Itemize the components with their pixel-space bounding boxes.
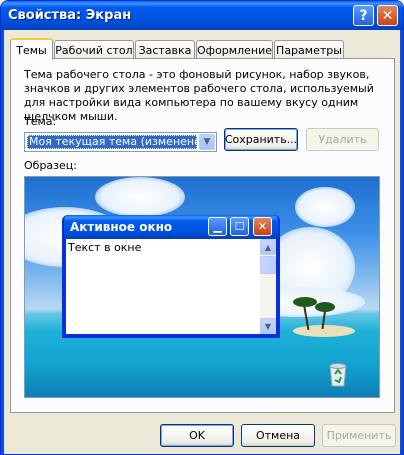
- apply-label: Применить: [326, 429, 392, 442]
- tab-label: Оформление: [197, 43, 272, 57]
- tab-themes[interactable]: Темы: [10, 38, 53, 60]
- theme-label: Тема:: [24, 115, 57, 128]
- scroll-thumb: [260, 256, 276, 274]
- tab-screensaver[interactable]: Заставка: [135, 40, 195, 59]
- window-title: Свойства: Экран: [8, 8, 132, 23]
- preview-scrollbar: ▲ ▼: [260, 239, 276, 334]
- cancel-button[interactable]: Отмена: [241, 424, 315, 447]
- save-theme-label: Сохранить...: [224, 133, 298, 146]
- window-frame-right: [400, 30, 403, 454]
- preview-window-text: Текст в окне: [66, 239, 260, 334]
- tab-settings[interactable]: Параметры: [274, 40, 344, 59]
- ok-button[interactable]: OK: [160, 424, 234, 447]
- title-bar[interactable]: Свойства: Экран ? ✕: [1, 1, 403, 30]
- window-frame-left: [1, 30, 4, 454]
- tab-label: Темы: [16, 43, 47, 57]
- theme-select-value: Моя текущая тема (изменено): [27, 135, 197, 149]
- preview-cloud: [295, 187, 355, 227]
- minimize-icon: ▁: [208, 217, 227, 236]
- preview-palm-leaves: [293, 297, 317, 307]
- display-properties-dialog: Свойства: Экран ? ✕ Темы Рабочий стол За…: [0, 0, 404, 455]
- delete-theme-button[interactable]: Удалить: [306, 128, 379, 151]
- tab-label: Параметры: [276, 43, 342, 57]
- save-theme-button[interactable]: Сохранить...: [224, 128, 298, 151]
- preview-window-title: Активное окно: [70, 220, 173, 234]
- theme-select[interactable]: Моя текущая тема (изменено) ▼: [24, 132, 217, 152]
- scroll-up-icon: ▲: [260, 239, 276, 255]
- recycle-bin-icon: [329, 363, 347, 387]
- tab-label: Заставка: [138, 43, 192, 57]
- chevron-down-icon[interactable]: ▼: [199, 134, 215, 150]
- preview-palm-leaves: [315, 302, 335, 312]
- preview-active-window: Активное окно ▁ ☐ ✕ Текст в окне ▲ ▼: [62, 215, 280, 338]
- tab-appearance[interactable]: Оформление: [196, 40, 273, 59]
- close-button[interactable]: ✕: [377, 5, 398, 26]
- cancel-label: Отмена: [255, 429, 301, 442]
- preview-island: [293, 325, 355, 337]
- preview-window-titlebar: Активное окно ▁ ☐ ✕: [64, 215, 278, 239]
- preview-window-body: Текст в окне ▲ ▼: [66, 239, 276, 334]
- close-icon: ✕: [253, 217, 272, 236]
- sample-label: Образец:: [24, 159, 77, 172]
- help-icon: ?: [359, 7, 368, 24]
- help-button[interactable]: ?: [353, 5, 374, 26]
- ok-label: OK: [189, 429, 205, 442]
- apply-button[interactable]: Применить: [322, 424, 396, 447]
- theme-preview: Активное окно ▁ ☐ ✕ Текст в окне ▲ ▼: [24, 176, 380, 398]
- scroll-down-icon: ▼: [260, 318, 276, 334]
- close-icon: ✕: [381, 7, 394, 24]
- delete-theme-label: Удалить: [318, 133, 367, 146]
- tab-label: Рабочий стол: [55, 43, 133, 57]
- themes-description: Тема рабочего стола - это фоновый рисуно…: [24, 68, 374, 123]
- maximize-icon: ☐: [230, 217, 249, 236]
- preview-cloud: [95, 177, 185, 217]
- tab-desktop[interactable]: Рабочий стол: [54, 40, 134, 59]
